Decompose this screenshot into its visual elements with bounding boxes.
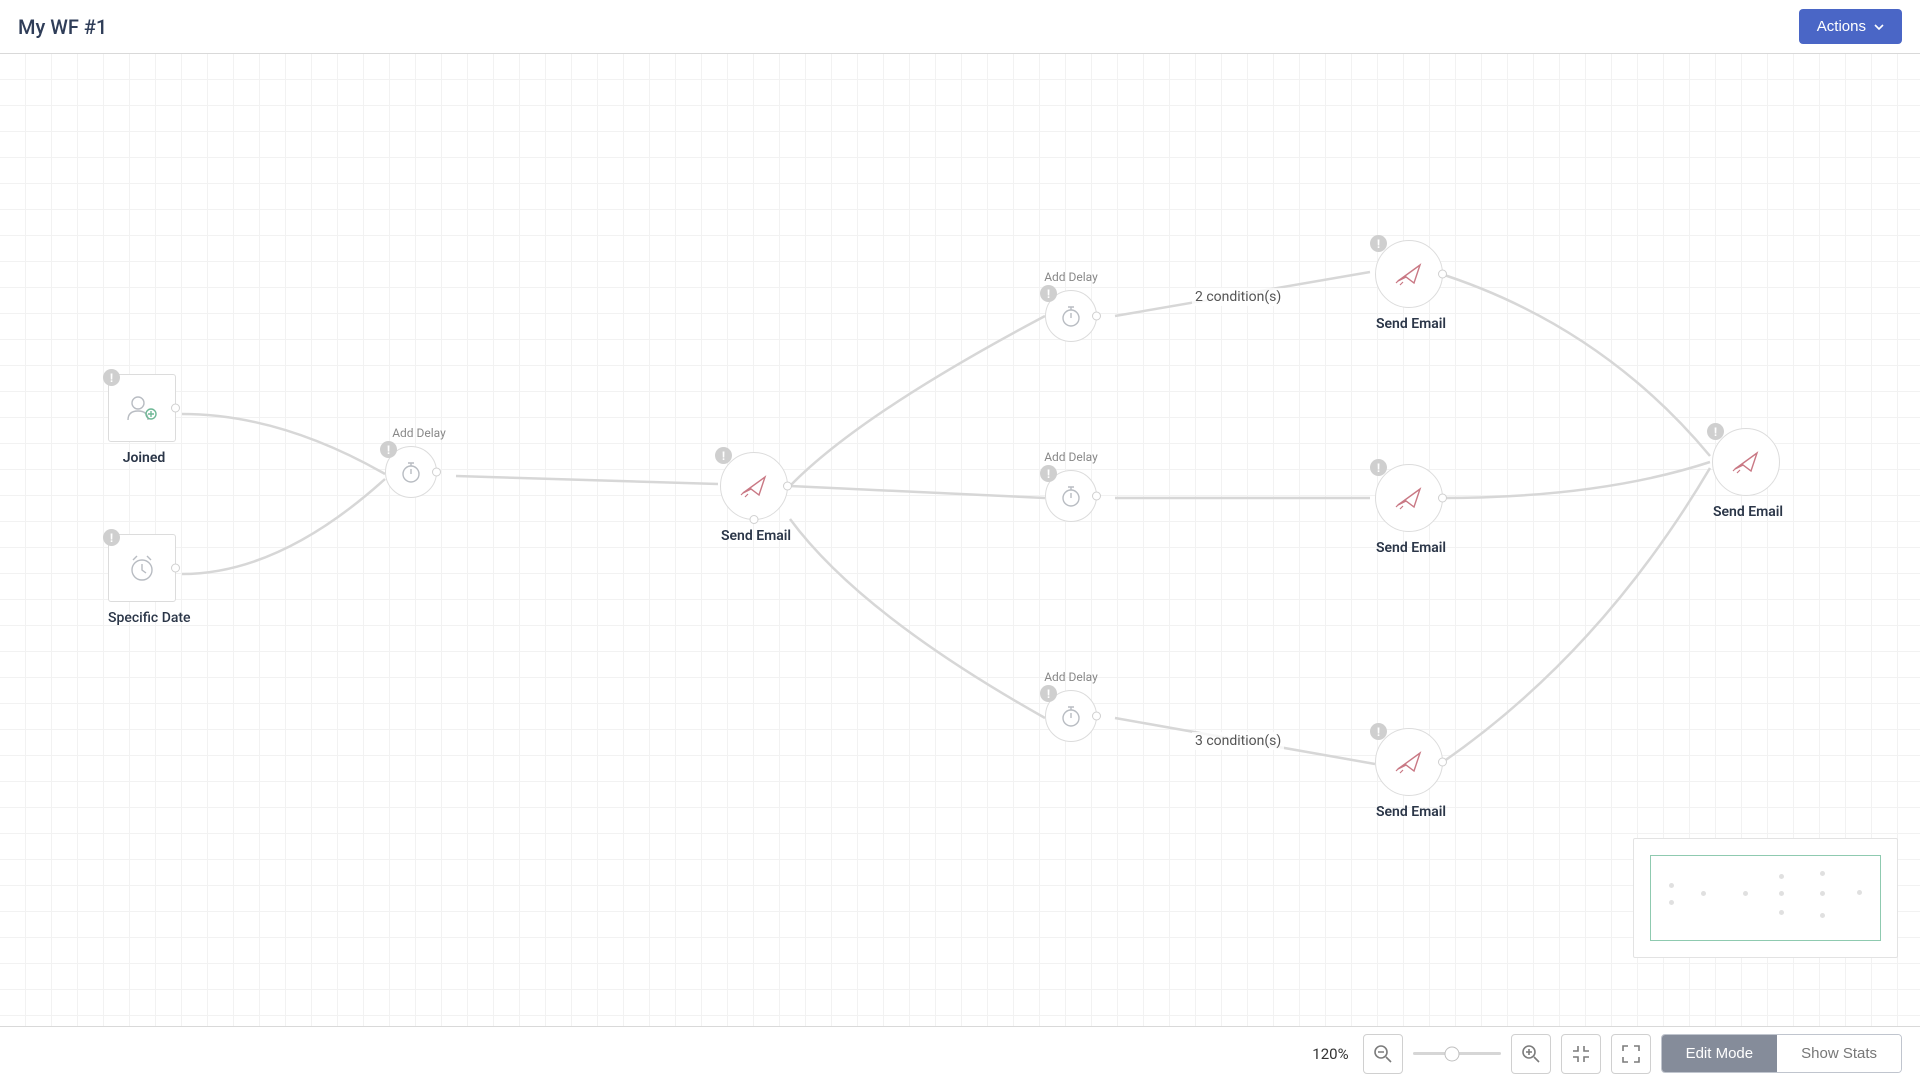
- output-port[interactable]: [1092, 492, 1101, 501]
- paper-plane-icon: [1731, 449, 1761, 475]
- node-send-email-bot[interactable]: ! Send Email: [1375, 728, 1447, 820]
- output-port[interactable]: [1092, 712, 1101, 721]
- edges-layer: [0, 54, 1920, 1026]
- node-send-email-top[interactable]: ! Send Email: [1375, 240, 1447, 332]
- output-port[interactable]: [1438, 494, 1447, 503]
- node-top-label: Add Delay: [392, 426, 446, 440]
- edge-label-conditions: 3 condition(s): [1192, 732, 1284, 750]
- node-specific-date[interactable]: ! Specific Date: [108, 534, 180, 626]
- zoom-out-icon: [1373, 1044, 1393, 1064]
- page-title: My WF #1: [18, 15, 107, 39]
- stopwatch-icon: [1059, 304, 1083, 328]
- slider-thumb[interactable]: [1445, 1046, 1460, 1061]
- alert-icon: !: [1370, 235, 1387, 252]
- node-delay-top[interactable]: Add Delay !: [1045, 290, 1097, 342]
- node-label: Joined: [108, 450, 180, 466]
- fullscreen-button[interactable]: [1611, 1034, 1651, 1074]
- actions-button-label: Actions: [1817, 18, 1866, 35]
- output-port[interactable]: [432, 468, 441, 477]
- alert-icon: !: [103, 529, 120, 546]
- node-label: Send Email: [1375, 540, 1447, 556]
- fit-button[interactable]: [1561, 1034, 1601, 1074]
- stopwatch-icon: [399, 460, 423, 484]
- header-bar: My WF #1 Actions: [0, 0, 1920, 54]
- output-port-bottom[interactable]: [750, 515, 759, 524]
- output-port[interactable]: [1438, 758, 1447, 767]
- zoom-level: 120%: [1312, 1045, 1348, 1063]
- node-label: Specific Date: [108, 610, 180, 626]
- node-delay-mid[interactable]: Add Delay !: [1045, 470, 1097, 522]
- node-send-email-1[interactable]: ! Send Email: [720, 452, 792, 544]
- node-send-email-mid[interactable]: ! Send Email: [1375, 464, 1447, 556]
- output-port[interactable]: [1092, 312, 1101, 321]
- mode-toggle: Edit Mode Show Stats: [1661, 1034, 1902, 1073]
- node-delay-bot[interactable]: Add Delay !: [1045, 690, 1097, 742]
- fit-icon: [1571, 1044, 1591, 1064]
- alert-icon: !: [1040, 285, 1057, 302]
- minimap-viewport[interactable]: [1650, 855, 1881, 941]
- node-label: Send Email: [720, 528, 792, 544]
- paper-plane-icon: [1394, 261, 1424, 287]
- caret-down-icon: [1874, 24, 1884, 30]
- paper-plane-icon: [739, 473, 769, 499]
- workflow-canvas[interactable]: ! Joined ! Specific Date Add Delay: [0, 54, 1920, 1026]
- node-top-label: Add Delay: [1044, 670, 1098, 684]
- output-port[interactable]: [1438, 270, 1447, 279]
- alert-icon: !: [103, 369, 120, 386]
- node-label: Send Email: [1712, 504, 1784, 520]
- alert-icon: !: [1370, 723, 1387, 740]
- show-stats-button[interactable]: Show Stats: [1777, 1035, 1901, 1072]
- zoom-in-icon: [1521, 1044, 1541, 1064]
- fullscreen-icon: [1621, 1044, 1641, 1064]
- output-port[interactable]: [171, 404, 180, 413]
- node-top-label: Add Delay: [1044, 450, 1098, 464]
- user-plus-icon: [125, 394, 159, 422]
- bottom-toolbar: 120% Edit Mode Show Stats: [0, 1026, 1920, 1080]
- clock-icon: [126, 553, 158, 583]
- output-port[interactable]: [783, 482, 792, 491]
- node-send-email-final[interactable]: ! Send Email: [1712, 428, 1784, 520]
- output-port[interactable]: [171, 564, 180, 573]
- actions-button[interactable]: Actions: [1799, 9, 1902, 44]
- node-label: Send Email: [1375, 804, 1447, 820]
- alert-icon: !: [1370, 459, 1387, 476]
- alert-icon: !: [1040, 465, 1057, 482]
- edit-mode-button[interactable]: Edit Mode: [1662, 1035, 1778, 1072]
- stopwatch-icon: [1059, 484, 1083, 508]
- paper-plane-icon: [1394, 485, 1424, 511]
- alert-icon: !: [380, 441, 397, 458]
- alert-icon: !: [715, 447, 732, 464]
- node-label: Send Email: [1375, 316, 1447, 332]
- minimap[interactable]: [1633, 838, 1898, 958]
- alert-icon: !: [1707, 423, 1724, 440]
- edge-label-conditions: 2 condition(s): [1192, 288, 1284, 306]
- zoom-out-button[interactable]: [1363, 1034, 1403, 1074]
- node-delay-1[interactable]: Add Delay !: [385, 446, 453, 498]
- stopwatch-icon: [1059, 704, 1083, 728]
- paper-plane-icon: [1394, 749, 1424, 775]
- node-joined[interactable]: ! Joined: [108, 374, 180, 466]
- zoom-in-button[interactable]: [1511, 1034, 1551, 1074]
- node-top-label: Add Delay: [1044, 270, 1098, 284]
- zoom-slider[interactable]: [1413, 1034, 1501, 1074]
- alert-icon: !: [1040, 685, 1057, 702]
